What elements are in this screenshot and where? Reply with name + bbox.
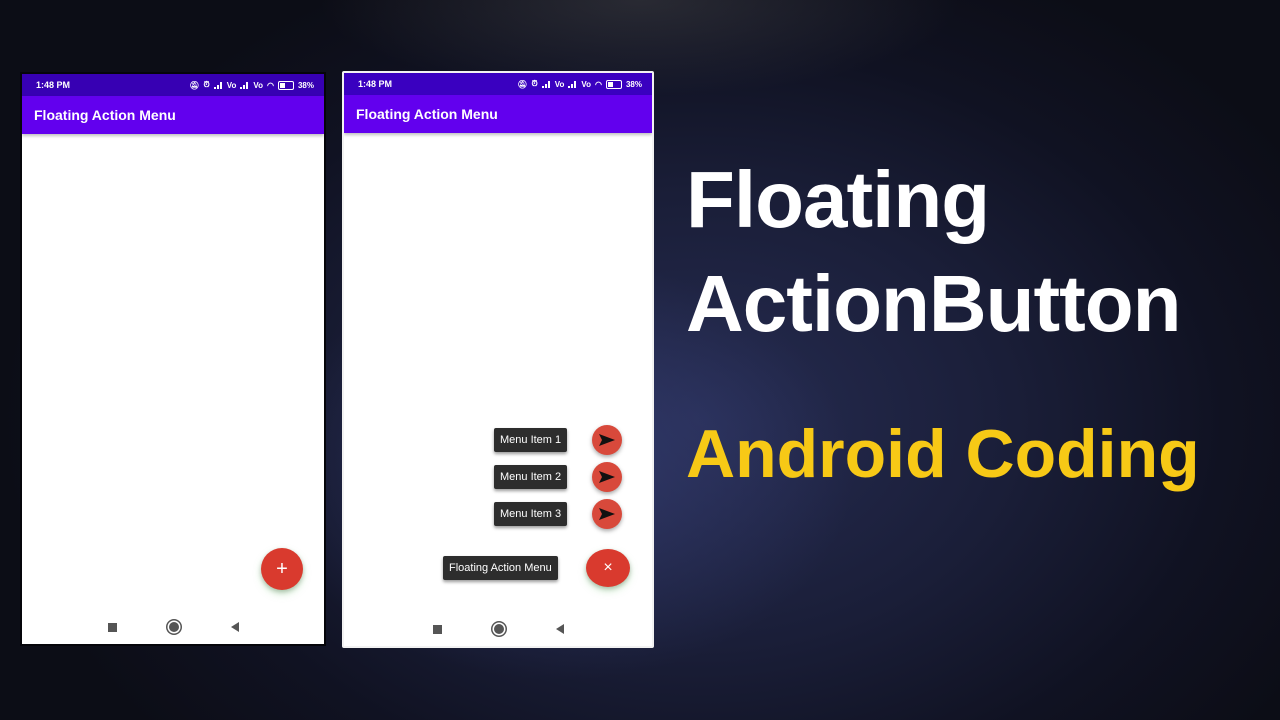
headline-line-2: ActionButton <box>686 259 1182 348</box>
send-icon <box>599 434 615 446</box>
menu-item-1-button[interactable] <box>592 425 622 455</box>
status-bar: 1:48 PM 🔕︎ ⏰︎ Vo Vo ◠ 38% <box>22 74 324 96</box>
plus-icon: + <box>276 557 288 580</box>
phone-screenshot-collapsed: 1:48 PM 🔕︎ ⏰︎ Vo Vo ◠ 38% Floating Actio… <box>20 72 326 646</box>
vowifi-icon: Vo <box>253 80 263 90</box>
close-icon: × <box>603 559 613 576</box>
mute-icon: 🔕︎ <box>189 80 200 90</box>
fab-label-text: Floating Action Menu <box>449 562 552 574</box>
signal-icon <box>541 80 551 88</box>
mute-icon: 🔕︎ <box>517 79 528 89</box>
navigation-bar <box>22 610 324 644</box>
menu-item-text: Menu Item 1 <box>500 434 562 446</box>
headline-line-1: Floating <box>686 155 990 244</box>
menu-item-2-button[interactable] <box>592 462 622 492</box>
status-time: 1:48 PM <box>358 79 393 89</box>
navigation-bar <box>344 612 652 646</box>
home-button[interactable] <box>493 624 504 634</box>
menu-item-text: Menu Item 2 <box>500 471 562 483</box>
app-bar: Floating Action Menu <box>344 95 652 133</box>
send-icon <box>599 508 615 520</box>
back-button[interactable] <box>555 624 564 634</box>
wifi-icon: ◠ <box>595 79 602 89</box>
vowifi-icon: Vo <box>581 79 591 89</box>
fab-close-button[interactable]: × <box>586 549 630 587</box>
recents-button[interactable] <box>107 622 117 632</box>
send-icon <box>599 471 615 483</box>
fab-open-button[interactable]: + <box>261 548 303 590</box>
alarm-icon: ⏰︎ <box>531 79 538 88</box>
alarm-icon: ⏰︎ <box>203 80 210 89</box>
status-bar: 1:48 PM 🔕︎ ⏰︎ Vo Vo ◠ 38% <box>344 73 652 95</box>
signal-icon <box>240 81 249 89</box>
app-bar: Floating Action Menu <box>22 96 324 134</box>
headline-subtitle: Android Coding <box>686 416 1200 492</box>
app-bar-title: Floating Action Menu <box>34 107 176 123</box>
signal-icon <box>213 81 223 89</box>
battery-icon <box>605 79 622 89</box>
fab-label[interactable]: Floating Action Menu <box>443 556 558 580</box>
content-area: + <box>22 134 324 644</box>
wifi-icon: ◠ <box>267 80 274 90</box>
app-bar-title: Floating Action Menu <box>356 106 498 122</box>
vowifi-icon: Vo <box>226 80 237 90</box>
menu-item-label[interactable]: Menu Item 1 <box>494 428 568 452</box>
recents-button[interactable] <box>432 624 442 634</box>
battery-icon <box>277 80 294 90</box>
phone-screenshot-expanded: 1:48 PM 🔕︎ ⏰︎ Vo Vo ◠ 38% Floating Actio… <box>342 71 654 648</box>
signal-icon <box>568 80 577 88</box>
menu-item-label[interactable]: Menu Item 2 <box>494 465 568 489</box>
content-area: Menu Item 1 Menu Item 2 Menu Item 3 Floa… <box>344 133 652 646</box>
battery-percent: 38% <box>297 80 314 90</box>
menu-item-label[interactable]: Menu Item 3 <box>494 502 568 526</box>
menu-item-3-button[interactable] <box>592 499 622 529</box>
menu-item-text: Menu Item 3 <box>500 508 562 520</box>
status-icons: 🔕︎ ⏰︎ Vo Vo ◠ 38% <box>517 79 642 89</box>
back-button[interactable] <box>230 622 239 632</box>
status-time: 1:48 PM <box>36 80 71 90</box>
battery-percent: 38% <box>625 79 642 89</box>
home-button[interactable] <box>168 622 179 632</box>
vowifi-icon: Vo <box>554 79 565 89</box>
status-icons: 🔕︎ ⏰︎ Vo Vo ◠ 38% <box>189 80 314 90</box>
